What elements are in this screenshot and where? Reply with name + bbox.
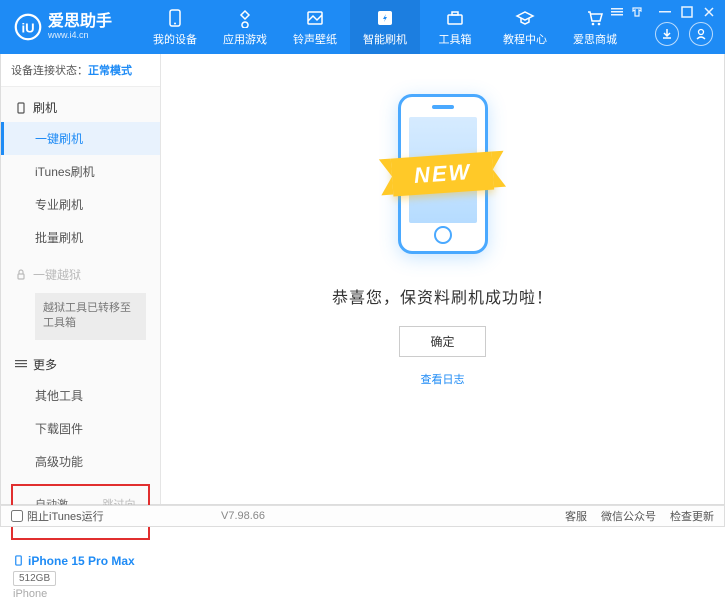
download-icon (661, 28, 673, 40)
minimize-icon[interactable] (659, 6, 671, 18)
logo-icon: iU (14, 13, 42, 41)
window-controls (611, 6, 715, 18)
success-message: 恭喜您，保资料刷机成功啦！ (332, 284, 553, 308)
sidebar-item-firmware[interactable]: 下载固件 (1, 412, 160, 445)
nav-apps[interactable]: 应用游戏 (210, 0, 280, 54)
svg-text:iU: iU (21, 20, 34, 35)
nav-toolbox[interactable]: 工具箱 (420, 0, 490, 54)
device-name[interactable]: iPhone 15 Pro Max (13, 554, 148, 568)
sidebar-item-pro[interactable]: 专业刷机 (1, 188, 160, 221)
device-type: iPhone (13, 588, 148, 600)
support-link[interactable]: 客服 (565, 508, 587, 524)
sidebar-item-itunes[interactable]: iTunes刷机 (1, 155, 160, 188)
download-button[interactable] (655, 22, 679, 46)
sidebar-item-advanced[interactable]: 高级功能 (1, 445, 160, 478)
view-log-link[interactable]: 查看日志 (421, 371, 465, 387)
apps-icon (235, 8, 255, 28)
app-header: iU 爱思助手 www.i4.cn 我的设备 应用游戏 铃声壁纸 智能刷机 工具… (0, 0, 725, 54)
connection-status: 设备连接状态：正常模式 (1, 54, 160, 87)
nav-tutorial[interactable]: 教程中心 (490, 0, 560, 54)
sidebar-item-othertools[interactable]: 其他工具 (1, 379, 160, 412)
main-content: ✓ NEW 恭喜您，保资料刷机成功啦！ 确定 查看日志 (161, 54, 724, 504)
success-illustration: ✓ NEW (338, 84, 548, 264)
user-button[interactable] (689, 22, 713, 46)
lock-icon (15, 269, 27, 281)
sidebar-item-batch[interactable]: 批量刷机 (1, 221, 160, 254)
nav-ringtone[interactable]: 铃声壁纸 (280, 0, 350, 54)
close-icon[interactable] (703, 6, 715, 18)
sidebar-section-more[interactable]: 更多 (1, 350, 160, 379)
menu-icon[interactable] (611, 6, 623, 18)
device-storage: 512GB (13, 571, 56, 586)
update-link[interactable]: 检查更新 (670, 508, 714, 524)
cart-icon (585, 8, 605, 28)
sidebar: 设备连接状态：正常模式 刷机 一键刷机 iTunes刷机 专业刷机 批量刷机 一… (1, 54, 161, 504)
phone-flash-icon (15, 102, 27, 114)
image-icon (305, 8, 325, 28)
flash-icon (375, 8, 395, 28)
sidebar-section-jailbreak: 一键越狱 (1, 260, 160, 289)
nav-flash[interactable]: 智能刷机 (350, 0, 420, 54)
new-ribbon: NEW (391, 152, 495, 197)
app-name: 爱思助手 (48, 14, 112, 30)
device-phone-icon (13, 555, 24, 566)
top-nav: 我的设备 应用游戏 铃声壁纸 智能刷机 工具箱 教程中心 爱思商城 (140, 0, 630, 54)
phone-icon (165, 8, 185, 28)
nav-my-device[interactable]: 我的设备 (140, 0, 210, 54)
more-icon (15, 358, 27, 370)
skin-icon[interactable] (631, 6, 643, 18)
graduate-icon (515, 8, 535, 28)
logo-area: iU 爱思助手 www.i4.cn (0, 13, 140, 41)
status-bar: 阻止iTunes运行 V7.98.66 客服 微信公众号 检查更新 (0, 505, 725, 527)
maximize-icon[interactable] (681, 6, 693, 18)
toolbox-icon (445, 8, 465, 28)
sidebar-section-flash[interactable]: 刷机 (1, 93, 160, 122)
user-icon (695, 28, 707, 40)
block-itunes-checkbox[interactable]: 阻止iTunes运行 (11, 508, 104, 524)
wechat-link[interactable]: 微信公众号 (601, 508, 656, 524)
version-label: V7.98.66 (221, 510, 265, 522)
device-info: iPhone 15 Pro Max 512GB iPhone (1, 546, 160, 608)
app-sub: www.i4.cn (48, 30, 112, 40)
ok-button[interactable]: 确定 (399, 326, 485, 357)
jailbreak-note: 越狱工具已转移至工具箱 (35, 293, 146, 340)
sidebar-item-onekey[interactable]: 一键刷机 (1, 122, 160, 155)
